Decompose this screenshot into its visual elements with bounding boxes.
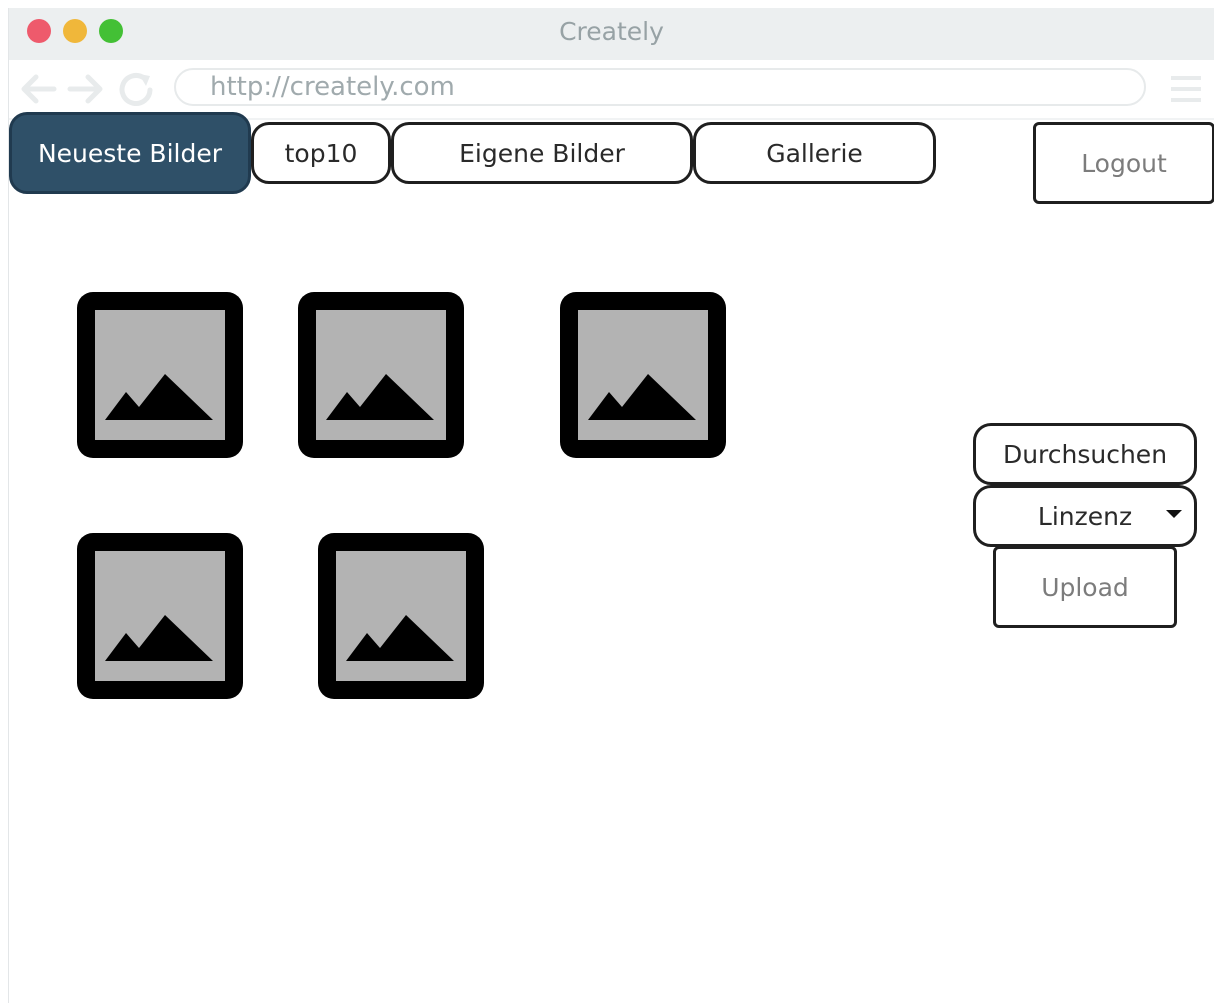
tab-label: top10	[284, 138, 358, 168]
browse-button[interactable]: Durchsuchen	[973, 423, 1197, 485]
back-arrow-icon[interactable]	[19, 72, 57, 106]
image-placeholder-icon	[336, 551, 466, 681]
address-bar: http://creately.com	[9, 60, 1214, 120]
image-placeholder-icon	[316, 310, 446, 440]
browse-label: Durchsuchen	[1002, 439, 1168, 469]
tab-label: Neueste Bilder	[37, 138, 223, 168]
license-select[interactable]: Linzenz	[973, 485, 1197, 547]
license-label: Linzenz	[1037, 501, 1133, 531]
image-thumbnail[interactable]	[77, 533, 243, 699]
image-thumbnail[interactable]	[318, 533, 484, 699]
upload-button[interactable]: Upload	[993, 546, 1177, 628]
tab-top10[interactable]: top10	[251, 122, 391, 184]
image-placeholder-icon	[95, 310, 225, 440]
upload-label: Upload	[1041, 572, 1129, 602]
chevron-down-icon	[1166, 510, 1182, 518]
logout-button[interactable]: Logout	[1033, 122, 1214, 204]
image-thumbnail[interactable]	[77, 292, 243, 458]
menu-icon[interactable]	[1169, 74, 1203, 104]
tab-label: Eigene Bilder	[459, 138, 625, 168]
tab-label: Gallerie	[766, 138, 863, 168]
tab-eigene-bilder[interactable]: Eigene Bilder	[391, 122, 693, 184]
logout-label: Logout	[1081, 148, 1167, 178]
image-thumbnail[interactable]	[298, 292, 464, 458]
tab-neueste-bilder[interactable]: Neueste Bilder	[9, 112, 251, 194]
reload-icon[interactable]	[117, 72, 157, 108]
image-placeholder-icon	[95, 551, 225, 681]
title-bar: Creately	[9, 8, 1214, 60]
url-input[interactable]: http://creately.com	[174, 68, 1146, 106]
image-thumbnail[interactable]	[560, 292, 726, 458]
tab-gallerie[interactable]: Gallerie	[693, 122, 936, 184]
browser-window: Creately http://creately.com Neueste Bil…	[8, 8, 1214, 1003]
url-text: http://creately.com	[210, 72, 455, 102]
forward-arrow-icon[interactable]	[67, 72, 105, 106]
window-title: Creately	[559, 17, 664, 46]
image-placeholder-icon	[578, 310, 708, 440]
